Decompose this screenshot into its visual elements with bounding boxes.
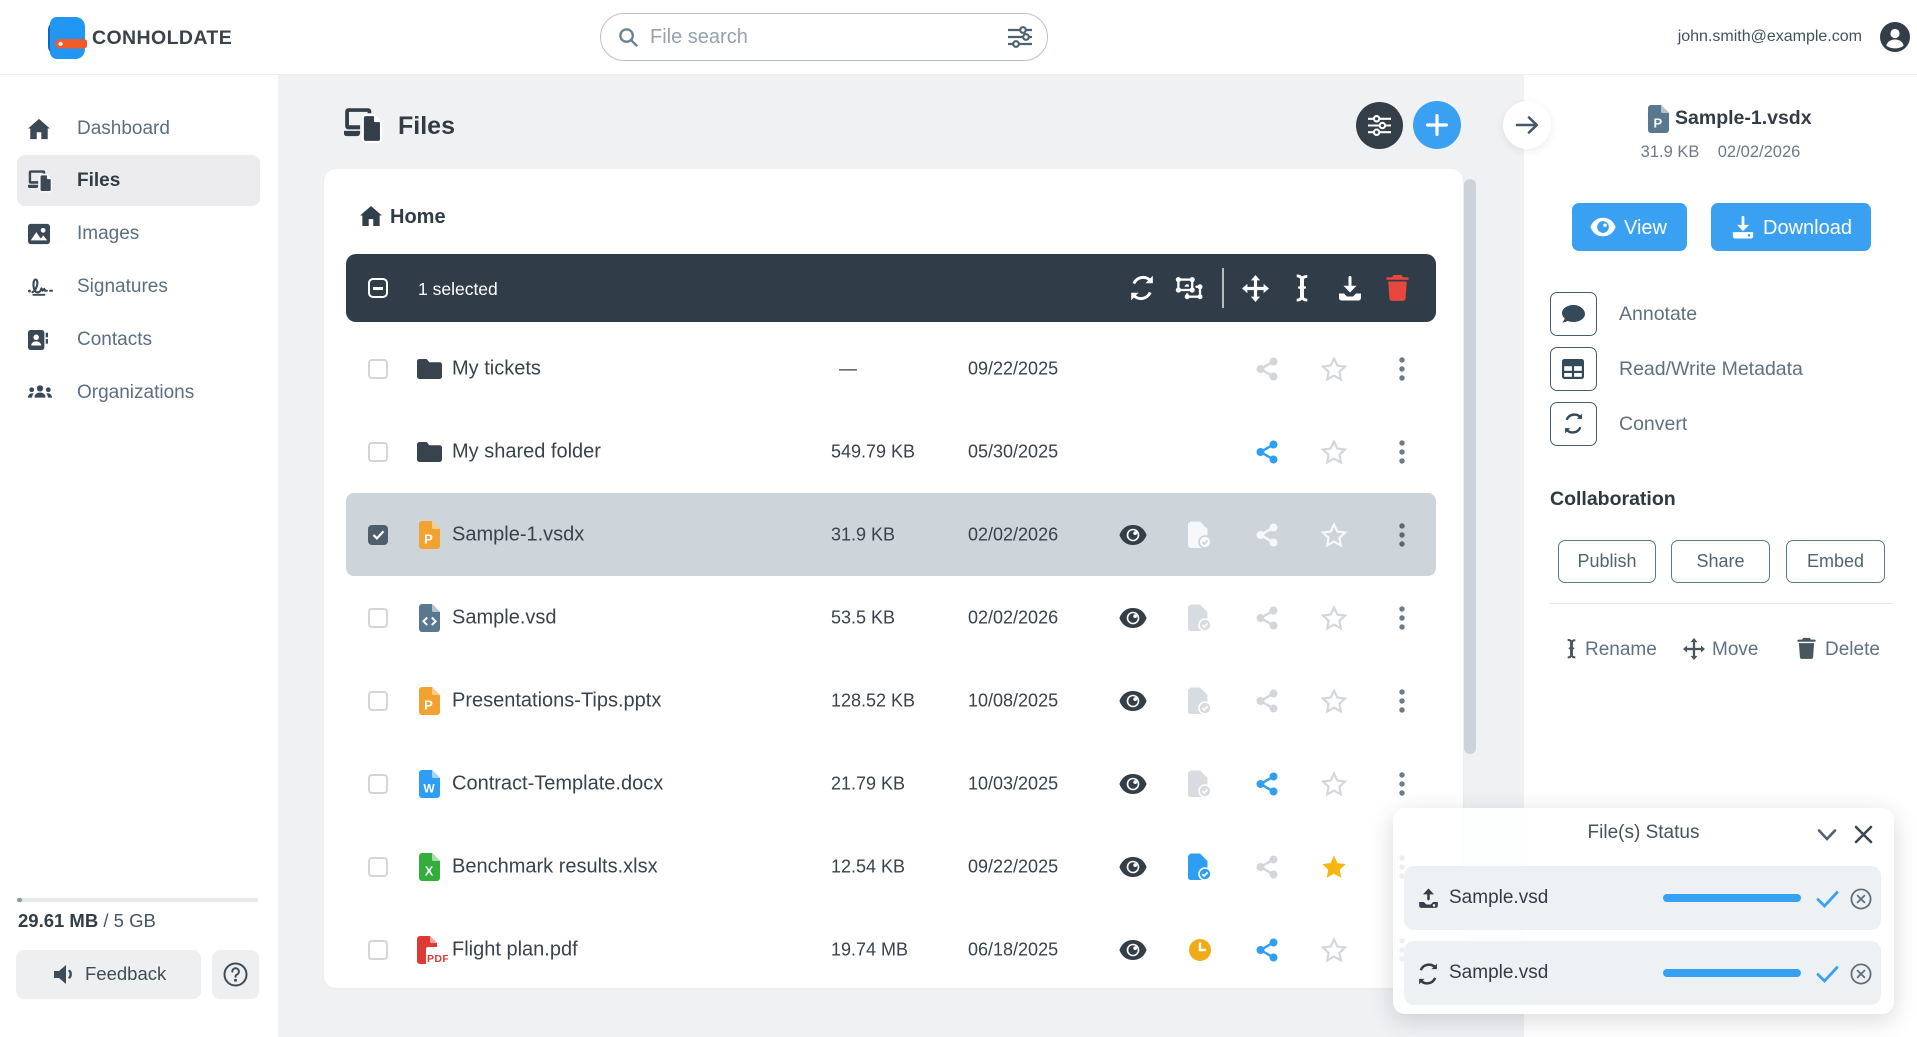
svg-text:P: P (1653, 116, 1662, 131)
svg-text:P: P (424, 697, 433, 712)
svg-text:P: P (424, 531, 433, 546)
svg-text:X: X (425, 864, 434, 878)
svg-text:PDF: PDF (427, 953, 448, 964)
svg-text:W: W (423, 781, 435, 795)
